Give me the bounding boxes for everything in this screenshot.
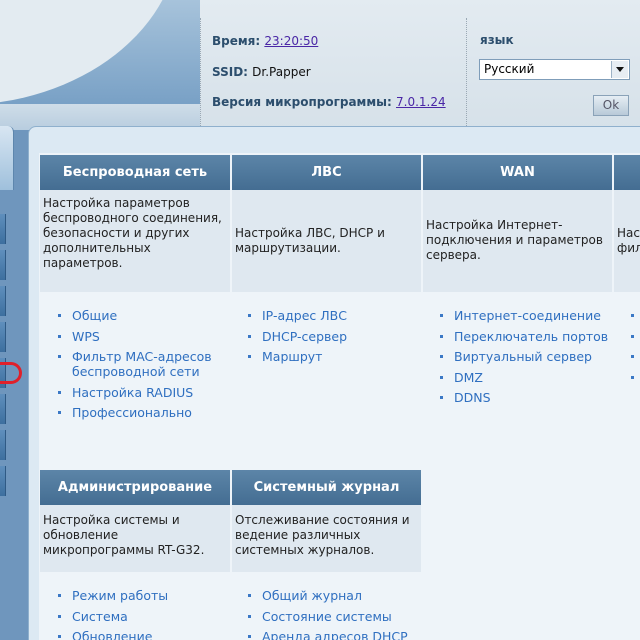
section-administration: Администрирование Настройка системы и об… — [40, 470, 230, 640]
section-description: Настройка системы и обновление микропрог… — [40, 505, 230, 572]
section-description: Настройка ЛВС, DHCP и маршрутизации. — [232, 190, 421, 292]
list-item[interactable]: Интернет-соединение — [439, 308, 612, 323]
language-select[interactable]: Русский — [479, 59, 630, 80]
section-links: Интернет-соединение Переключатель портов… — [423, 292, 612, 405]
sidebar-item[interactable] — [0, 214, 6, 244]
section-title[interactable] — [614, 155, 640, 190]
link-lan-ip[interactable]: IP-адрес ЛВС — [262, 308, 347, 323]
highlight-mark — [0, 362, 22, 384]
link-general-log[interactable]: Общий журнал — [262, 588, 362, 603]
firmware-row: Версия микропрограммы: 7.0.1.24 — [212, 95, 446, 109]
sidebar-item[interactable] — [0, 466, 6, 496]
link-route[interactable]: Маршрут — [262, 349, 322, 364]
list-item[interactable]: DHCP-сервер — [247, 329, 421, 344]
list-item[interactable]: IP-адрес ЛВС — [247, 308, 421, 323]
time-label: Время: — [212, 34, 261, 48]
list-item[interactable] — [630, 329, 640, 344]
section-title[interactable]: WAN — [423, 155, 612, 190]
link-dhcp-server[interactable]: DHCP-сервер — [262, 329, 347, 344]
link-internet[interactable]: Интернет-соединение — [454, 308, 601, 323]
sidebar-item[interactable] — [0, 286, 6, 316]
firmware-link[interactable]: 7.0.1.24 — [396, 95, 446, 109]
list-item[interactable]: Аренда адресов DHCP — [247, 629, 421, 640]
header-divider — [466, 18, 467, 128]
main-panel: Беспроводная сеть Настройка параметров б… — [39, 153, 640, 640]
list-item[interactable]: Общий журнал — [247, 588, 421, 603]
list-item[interactable]: DDNS — [439, 390, 612, 405]
chevron-down-icon[interactable] — [611, 61, 628, 78]
link-professional[interactable]: Профессионально — [72, 405, 192, 420]
sidebar-item[interactable] — [0, 322, 6, 352]
section-description: Отслеживание состояния и ведение различн… — [232, 505, 421, 572]
list-item[interactable] — [630, 308, 640, 323]
list-item[interactable]: Обновление — [57, 629, 230, 640]
list-item[interactable] — [630, 370, 640, 385]
link-system[interactable]: Система — [72, 609, 128, 624]
list-item[interactable] — [630, 349, 640, 364]
logo-band — [0, 0, 200, 130]
language-selected: Русский — [484, 62, 535, 76]
list-item[interactable]: Маршрут — [247, 349, 421, 364]
sidebar-item[interactable] — [0, 394, 6, 424]
sidebar-item[interactable] — [0, 250, 6, 280]
link-dhcp-leases[interactable]: Аренда адресов DHCP — [262, 629, 408, 640]
page-header: Время: 23:20:50 SSID: Dr.Papper Версия м… — [0, 0, 640, 130]
link-radius[interactable]: Настройка RADIUS — [72, 385, 193, 400]
list-item[interactable]: WPS — [57, 329, 230, 344]
link-virtual-server[interactable]: Виртуальный сервер — [454, 349, 592, 364]
link-firmware-upgrade[interactable]: Обновление — [72, 629, 152, 640]
list-item[interactable]: Виртуальный сервер — [439, 349, 612, 364]
list-item[interactable]: Режим работы — [57, 588, 230, 603]
section-description: Настройка Интернет-подключения и парамет… — [423, 190, 612, 292]
link-dmz[interactable]: DMZ — [454, 370, 483, 385]
firmware-label: Версия микропрограммы: — [212, 95, 392, 109]
sidebar-item[interactable] — [0, 430, 6, 460]
list-item[interactable]: Система — [57, 609, 230, 624]
list-item[interactable]: Профессионально — [57, 405, 230, 420]
list-item[interactable]: Переключатель портов — [439, 329, 612, 344]
section-title[interactable]: Беспроводная сеть — [40, 155, 230, 190]
list-item[interactable]: Общие — [57, 308, 230, 323]
time-row: Время: 23:20:50 — [212, 34, 318, 48]
link-ddns[interactable]: DDNS — [454, 390, 491, 405]
ssid-label: SSID: — [212, 65, 248, 79]
ssid-row: SSID: Dr.Papper — [212, 65, 311, 79]
section-description: Настройка параметров беспроводного соеди… — [40, 190, 230, 292]
section-title[interactable]: Администрирование — [40, 470, 230, 505]
link-operation-mode[interactable]: Режим работы — [72, 588, 168, 603]
language-label: язык — [480, 33, 514, 47]
ok-button[interactable]: Ok — [593, 95, 629, 116]
link-wps[interactable]: WPS — [72, 329, 100, 344]
section-links: Режим работы Система Обновление — [40, 572, 230, 640]
section-links: Общий журнал Состояние системы Аренда ад… — [232, 572, 421, 640]
sidebar-header — [0, 126, 14, 190]
section-title[interactable]: ЛВС — [232, 155, 421, 190]
section-links — [614, 292, 640, 385]
section-links: IP-адрес ЛВС DHCP-сервер Маршрут — [232, 292, 421, 364]
section-description: Нас фил — [614, 190, 640, 292]
section-lan: ЛВС Настройка ЛВС, DHCP и маршрутизации.… — [232, 155, 421, 370]
ssid-value: Dr.Papper — [252, 65, 311, 79]
section-title[interactable]: Системный журнал — [232, 470, 421, 505]
section-links: Общие WPS Фильтр MAC-адресов беспроводно… — [40, 292, 230, 420]
link-port-switch[interactable]: Переключатель портов — [454, 329, 608, 344]
link-general[interactable]: Общие — [72, 308, 117, 323]
section-wan: WAN Настройка Интернет-подключения и пар… — [423, 155, 612, 411]
header-divider — [200, 18, 201, 128]
link-mac-filter[interactable]: Фильтр MAC-адресов беспроводной сети — [72, 349, 212, 379]
section-system-log: Системный журнал Отслеживание состояния … — [232, 470, 421, 640]
section-wireless: Беспроводная сеть Настройка параметров б… — [40, 155, 230, 426]
section-partial: Нас фил — [614, 155, 640, 390]
list-item[interactable]: Настройка RADIUS — [57, 385, 230, 400]
time-link[interactable]: 23:20:50 — [264, 34, 318, 48]
list-item[interactable]: Фильтр MAC-адресов беспроводной сети — [57, 349, 230, 379]
list-item[interactable]: DMZ — [439, 370, 612, 385]
link-system-status[interactable]: Состояние системы — [262, 609, 392, 624]
list-item[interactable]: Состояние системы — [247, 609, 421, 624]
